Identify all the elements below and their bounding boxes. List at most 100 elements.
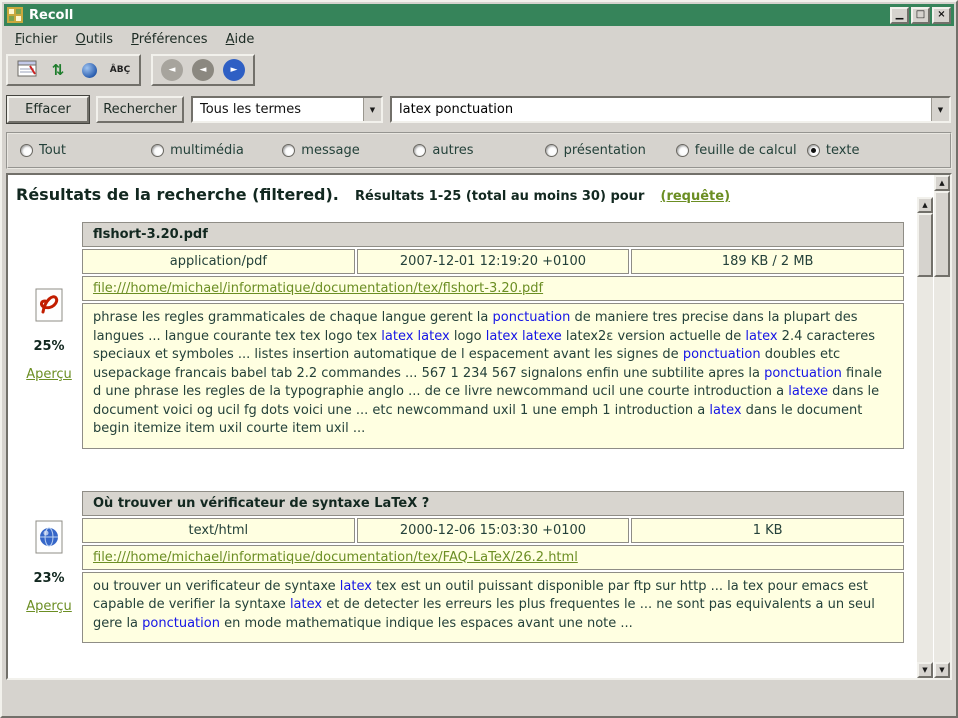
scroll-up-icon: ▲ (939, 180, 944, 187)
clear-search-icon (17, 60, 37, 81)
category-tout[interactable]: Tout (20, 143, 151, 158)
back-arrow-icon: ◄ (200, 66, 207, 75)
sort-by-dates-button[interactable]: ⇅ (44, 58, 72, 82)
scroll-up-button[interactable]: ▲ (917, 197, 933, 213)
html-file-icon (35, 520, 63, 558)
result-item-1: 25% Aperçu flshort-3.20.pdf application/… (16, 222, 914, 449)
globe-icon (82, 63, 97, 78)
scrollbar-thumb[interactable] (917, 213, 933, 277)
menu-bar: Fichier Outils Préférences Aide (2, 26, 956, 52)
toolbar-group-tools: ⇅ ÂBÇ (6, 54, 141, 86)
result-side-column: 23% Aperçu (16, 491, 82, 644)
recoll-window: Recoll ▁ □ × Fichier Outils Préférences … (0, 0, 958, 718)
radio-icon (413, 144, 426, 157)
title-bar[interactable]: Recoll ▁ □ × (4, 4, 954, 26)
back-arrow-icon: ◄ (169, 66, 176, 75)
menu-item-fichier[interactable]: Fichier (6, 29, 67, 50)
results-title: Résultats de la recherche (filtered). (16, 185, 339, 204)
menu-item-aide[interactable]: Aide (217, 29, 264, 50)
scrollbar-track[interactable] (917, 277, 933, 662)
search-mode-select[interactable]: Tous les termes ▼ (191, 96, 383, 123)
result-size: 189 KB / 2 MB (631, 249, 904, 274)
category-feuille-de-calcul[interactable]: feuille de calcul (676, 143, 807, 158)
result-card: flshort-3.20.pdf application/pdf 2007-12… (82, 222, 904, 449)
query-details-link[interactable]: (requête) (661, 189, 731, 204)
clear-button[interactable]: Effacer (7, 96, 89, 123)
minimize-button[interactable]: ▁ (890, 7, 909, 24)
dropdown-arrow-icon[interactable]: ▼ (363, 98, 381, 121)
radio-icon (282, 144, 295, 157)
category-presentation[interactable]: présentation (545, 143, 676, 158)
result-snippet: phrase les regles grammaticales de chaqu… (82, 303, 904, 449)
scroll-down-button[interactable]: ▼ (934, 662, 950, 678)
scroll-down-icon: ▼ (939, 667, 944, 674)
preview-link[interactable]: Aperçu (26, 599, 72, 614)
preview-link[interactable]: Aperçu (26, 367, 72, 382)
recoll-app-icon (7, 7, 23, 23)
scroll-down-icon: ▼ (922, 667, 927, 674)
search-row: Effacer Rechercher Tous les termes ▼ ▼ (2, 90, 956, 129)
toolbar-group-navigation: ◄ ◄ ► (151, 54, 255, 86)
scroll-up-button[interactable]: ▲ (934, 175, 950, 191)
menu-item-outils[interactable]: Outils (67, 29, 123, 50)
search-query-input[interactable] (392, 98, 931, 121)
result-item-2: 23% Aperçu Où trouver un vérificateur de… (16, 491, 914, 644)
close-button[interactable]: × (932, 7, 951, 24)
result-title: Où trouver un vérificateur de syntaxe La… (82, 491, 904, 516)
category-message[interactable]: message (282, 143, 413, 158)
search-button[interactable]: Rechercher (96, 96, 184, 123)
term-explorer-icon: ÂBÇ (110, 65, 130, 75)
category-filter-panel: Tout multimédia message autres présentat… (6, 132, 952, 169)
result-url-link[interactable]: file:///home/michael/informatique/docume… (93, 550, 578, 565)
forward-arrow-icon: ► (231, 66, 238, 75)
next-page-button[interactable]: ► (220, 58, 248, 82)
category-autres[interactable]: autres (413, 143, 544, 158)
result-mime-type: text/html (82, 518, 355, 543)
radio-icon (545, 144, 558, 157)
result-snippet: ou trouver un verificateur de syntaxe la… (82, 572, 904, 644)
scroll-down-button[interactable]: ▼ (917, 662, 933, 678)
result-url-link[interactable]: file:///home/michael/informatique/docume… (93, 281, 543, 296)
result-title: flshort-3.20.pdf (82, 222, 904, 247)
result-date: 2000-12-06 15:03:30 +0100 (357, 518, 630, 543)
result-url-row: file:///home/michael/informatique/docume… (82, 276, 904, 301)
scrollbar-thumb[interactable] (934, 191, 950, 277)
result-card: Où trouver un vérificateur de syntaxe La… (82, 491, 904, 644)
dropdown-arrow-icon[interactable]: ▼ (931, 98, 949, 121)
term-explorer-button[interactable]: ÂBÇ (106, 58, 134, 82)
results-summary: Résultats 1-25 (total au moins 30) pour (355, 189, 644, 204)
result-meta-row: application/pdf 2007-12-01 12:19:20 +010… (82, 249, 904, 274)
window-title: Recoll (29, 8, 73, 23)
results-inner-scrollbar: ▲ ▼ (917, 197, 933, 678)
results-header: Résultats de la recherche (filtered). Ré… (16, 181, 914, 206)
relevance-percent: 25% (33, 339, 64, 354)
radio-icon (807, 144, 820, 157)
minimize-icon: ▁ (896, 11, 904, 19)
result-meta-row: text/html 2000-12-06 15:03:30 +0100 1 KB (82, 518, 904, 543)
menu-item-preferences[interactable]: Préférences (122, 29, 216, 50)
result-size: 1 KB (631, 518, 904, 543)
result-url-row: file:///home/michael/informatique/docume… (82, 545, 904, 570)
result-date: 2007-12-01 12:19:20 +0100 (357, 249, 630, 274)
category-multimedia[interactable]: multimédia (151, 143, 282, 158)
search-query-combo: ▼ (390, 96, 951, 123)
scrollbar-track[interactable] (934, 277, 950, 662)
result-side-column: 25% Aperçu (16, 222, 82, 449)
results-area: Résultats de la recherche (filtered). Ré… (6, 173, 952, 680)
previous-page-button[interactable]: ◄ (189, 58, 217, 82)
status-bar (4, 682, 954, 714)
results-list: Résultats de la recherche (filtered). Ré… (8, 175, 916, 678)
document-history-button[interactable] (75, 58, 103, 82)
sort-arrows-icon: ⇅ (52, 61, 65, 79)
radio-icon (676, 144, 689, 157)
pdf-file-icon (35, 288, 63, 326)
clear-search-button[interactable] (13, 58, 41, 82)
relevance-percent: 23% (33, 571, 64, 586)
radio-icon (20, 144, 33, 157)
results-outer-scrollbar: ▲ ▼ (934, 175, 950, 678)
result-mime-type: application/pdf (82, 249, 355, 274)
maximize-icon: □ (916, 11, 925, 19)
first-page-button[interactable]: ◄ (158, 58, 186, 82)
category-texte[interactable]: texte (807, 143, 938, 158)
maximize-button[interactable]: □ (911, 7, 930, 24)
